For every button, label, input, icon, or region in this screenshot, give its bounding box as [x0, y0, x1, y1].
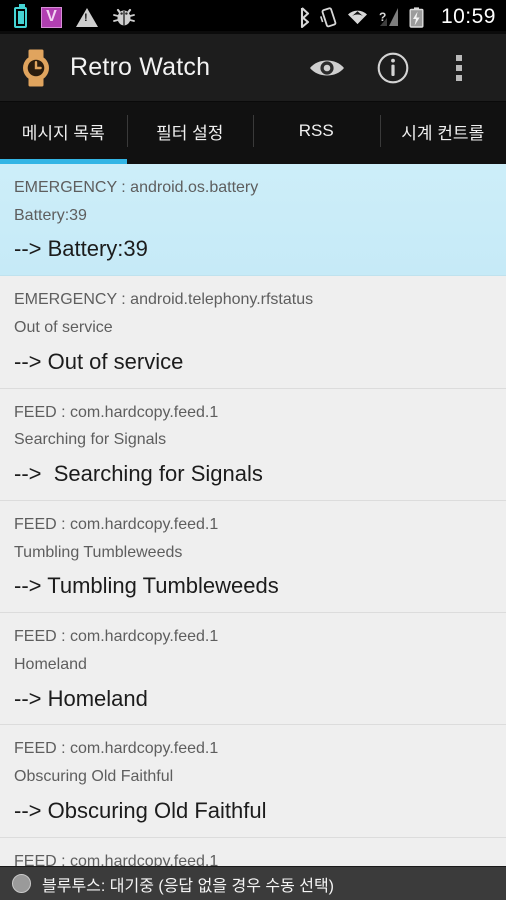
vibrate-icon	[319, 6, 337, 28]
message-body: --> Homeland	[14, 685, 148, 711]
list-item[interactable]: EMERGENCY : android.os.battery Battery:3…	[0, 164, 506, 277]
status-clock: 10:59	[440, 5, 496, 28]
bluetooth-icon	[298, 6, 311, 28]
status-icons-right: ? 10:59	[298, 5, 496, 29]
tab-filter-settings[interactable]: 필터 설정	[126, 102, 254, 164]
action-bar: Retro Watch	[0, 34, 506, 102]
action-bar-actions	[294, 34, 492, 102]
bug-icon	[112, 7, 136, 27]
message-body: --> Obscuring Old Faithful	[14, 797, 267, 823]
bluetooth-status-text: 블루투스: 대기중 (응답 없을 경우 수동 선택)	[42, 877, 335, 895]
message-source: FEED : com.hardcopy.feed.1	[14, 515, 219, 533]
message-subtitle: Out of service	[14, 319, 113, 337]
message-source: EMERGENCY : android.telephony.rfstatus	[14, 291, 314, 309]
tab-message-list[interactable]: 메시지 목록	[0, 102, 127, 164]
wifi-icon	[346, 8, 369, 26]
system-status-bar: V ! ? 10:59	[0, 0, 506, 34]
svg-text:?: ?	[379, 10, 386, 24]
app-root: V ! ? 10:59 Retro Watch 메시지 목록 필터 설정 RSS…	[0, 0, 506, 900]
bluetooth-status-dot-icon	[12, 874, 31, 893]
tab-label: 메시지 목록	[21, 123, 105, 143]
message-source: FEED : com.hardcopy.feed.1	[14, 628, 219, 646]
message-body: --> Searching for Signals	[14, 460, 263, 486]
list-item[interactable]: FEED : com.hardcopy.feed.1 Homeland --> …	[0, 613, 506, 726]
status-icons-left: V	[14, 3, 136, 28]
message-subtitle: Homeland	[14, 655, 87, 673]
message-subtitle: Tumbling Tumbleweeds	[14, 543, 183, 561]
watch-logo-icon	[16, 48, 56, 88]
list-item[interactable]: FEED : com.hardcopy.feed.1 Obscuring Old…	[0, 725, 506, 838]
message-body: --> Out of service	[14, 348, 184, 374]
tab-label: 필터 설정	[156, 123, 224, 143]
info-icon[interactable]	[360, 34, 426, 102]
eye-icon[interactable]	[294, 34, 360, 102]
signal-unknown-icon: ?	[378, 7, 400, 27]
message-subtitle: Obscuring Old Faithful	[14, 768, 174, 786]
message-list[interactable]: EMERGENCY : android.os.battery Battery:3…	[0, 164, 506, 900]
tab-watch-control[interactable]: 시계 컨트롤	[379, 102, 506, 164]
v-badge-icon: V	[41, 6, 62, 28]
warning-triangle-icon	[76, 7, 98, 27]
v-badge-label: V	[46, 8, 57, 25]
message-source: FEED : com.hardcopy.feed.1	[14, 403, 219, 421]
tab-rss[interactable]: RSS	[253, 102, 380, 164]
tab-label: RSS	[298, 121, 334, 140]
message-body: --> Battery:39	[14, 236, 148, 262]
list-item[interactable]: FEED : com.hardcopy.feed.1 Tumbling Tumb…	[0, 500, 506, 614]
page-title: Retro Watch	[70, 53, 211, 81]
list-item[interactable]: EMERGENCY : android.telephony.rfstatus O…	[0, 276, 506, 389]
message-source: FEED : com.hardcopy.feed.1	[14, 740, 219, 758]
message-body: --> Tumbling Tumbleweeds	[14, 573, 279, 599]
message-source: EMERGENCY : android.os.battery	[14, 179, 259, 196]
list-item[interactable]: FEED : com.hardcopy.feed.1 Searching for…	[0, 388, 506, 501]
overflow-menu-icon[interactable]	[426, 34, 492, 102]
tab-label: 시계 컨트롤	[401, 123, 485, 143]
battery-teal-icon	[14, 3, 27, 28]
status-bar-divider	[0, 31, 506, 34]
bluetooth-status-bar[interactable]: 블루투스: 대기중 (응답 없을 경우 수동 선택)	[0, 866, 506, 900]
message-subtitle: Searching for Signals	[14, 431, 167, 449]
message-subtitle: Battery:39	[14, 206, 87, 224]
tab-bar: 메시지 목록 필터 설정 RSS 시계 컨트롤	[0, 102, 506, 164]
battery-charging-icon	[409, 6, 424, 28]
